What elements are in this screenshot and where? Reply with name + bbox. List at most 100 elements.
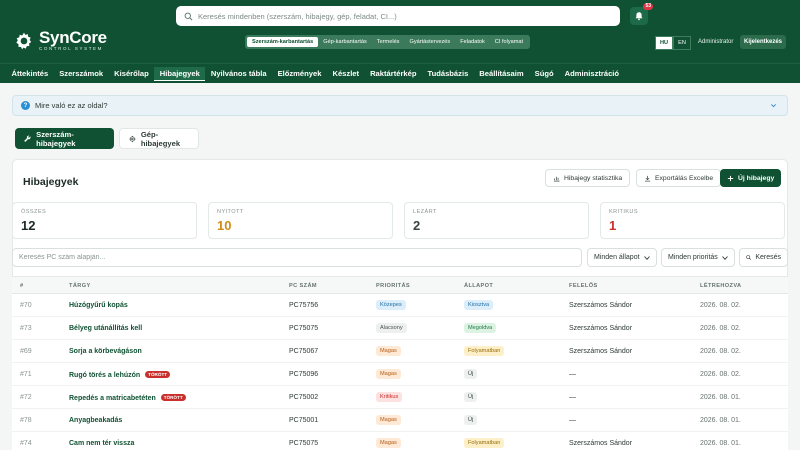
column-header-pc[interactable]: PC SZÁM [289,283,317,289]
search-icon [746,255,751,260]
help-accordion-label: Mire való ez az oldal? [35,101,108,110]
ticket-id: #72 [20,394,32,401]
priority-badge: Magas [376,369,401,379]
stat-label: ÖSSZES [21,209,47,215]
search-button[interactable]: Keresés [739,248,788,267]
ticket-responsible: — [569,417,576,424]
table-row[interactable]: #71 Rugó törés a lehúzón TÖRÖTT PC75096 Maga… [12,363,788,386]
ticket-subject: Rugó törés a lehúzón [69,372,141,379]
ticket-id: #73 [20,325,32,332]
module-tab-production[interactable]: Termelés [372,37,405,47]
column-header-created[interactable]: LÉTREHOZVA [700,283,742,289]
ticket-responsible: Szerszámos Sándor [569,302,633,309]
stat-value: 1 [609,218,617,233]
table-row[interactable]: #78 Anyagbeakadás PC75001 Magas Új — 2026. 08.… [12,409,788,432]
module-tab-tasks[interactable]: Feladatok [455,37,490,47]
ticket-id: #78 [20,417,32,424]
global-search[interactable] [176,6,620,26]
ticket-subject-link[interactable]: Anyagbeakadás [69,417,122,424]
priority-badge: Közepes [376,300,406,310]
ticket-subject-link[interactable]: Rugó törés a lehúzón TÖRÖTT [69,371,171,379]
stat-value: 12 [21,218,36,233]
ticket-subject: Bélyeg utánállítás kell [69,325,143,332]
nav-item-help[interactable]: Súgó [529,67,559,80]
ticket-subject-link[interactable]: Bélyeg utánállítás kell [69,325,142,332]
module-nav: Szerszám-karbantartás Gép-karbantartás T… [245,35,531,49]
bell-icon [635,12,643,21]
ticket-stats-button[interactable]: Hibajegy statisztika [545,169,631,187]
table-row[interactable]: #70 Húzógyűrű kopás PC75756 Közepes Kiosztva… [12,294,788,317]
ticket-created-date: 2026. 08. 01. [700,394,741,401]
ticket-subject: Sorja a körbevágáson [69,348,142,355]
logout-button[interactable]: Kijelentkezés [740,35,787,49]
status-filter-select[interactable]: Minden állapot [587,248,657,267]
status-badge: Kiosztva [464,300,494,310]
tickets-table: # TÁRGY PC SZÁM PRIORITÁS ÁLLAPOT FELELŐ… [12,276,788,450]
language-en-button[interactable]: EN [673,36,691,50]
ticket-pc-number: PC75001 [289,417,319,424]
nav-item-history[interactable]: Előzmények [272,67,327,80]
ticket-responsible: Szerszámos Sándor [569,325,633,332]
status-badge: Folyamatban [464,438,505,448]
nav-item-tickets[interactable]: Hibajegyek [154,66,206,81]
ticket-subject: Repedés a matricabetéten [69,395,156,402]
nav-item-inventory[interactable]: Készlet [327,67,365,80]
priority-badge: Kritikus [376,392,403,402]
ticket-subject-link[interactable]: Cam nem tér vissza [69,440,134,447]
global-search-input[interactable] [198,11,598,21]
priority-badge: Magas [376,438,401,448]
module-tab-ci-process[interactable]: CI folyamat [490,37,528,47]
pc-search-input[interactable] [19,254,575,261]
ticket-subject-link[interactable]: Repedés a matricabetéten TÖRÖTT [69,394,186,402]
notification-count-badge: 53 [643,3,653,10]
nav-item-public-board[interactable]: Nyilvános tábla [205,67,272,80]
search-button-label: Keresés [755,254,781,261]
question-icon: ? [21,101,30,110]
column-header-priority[interactable]: PRIORITÁS [376,283,410,289]
ticket-subject-link[interactable]: Húzógyűrű kopás [69,302,128,309]
priority-filter-value: Minden prioritás [668,254,718,261]
caret-down-icon [722,255,728,260]
nav-item-administration[interactable]: Adminisztráció [559,67,624,80]
nav-item-accompanying-sheet[interactable]: Kisérőlap [109,67,155,80]
new-ticket-button[interactable]: Új hibajegy [720,169,782,187]
tab-machine-tickets[interactable]: Gép-hibajegyek [119,128,199,149]
column-header-subject[interactable]: TÁRGY [69,283,91,289]
nav-item-tools[interactable]: Szerszámok [54,67,109,80]
column-header-status[interactable]: ÁLLAPOT [464,283,493,289]
priority-filter-select[interactable]: Minden prioritás [661,248,735,267]
nav-item-my-settings[interactable]: Beállításaim [474,67,529,80]
nav-item-warehouse-map[interactable]: Raktártérkép [365,67,422,80]
stat-label: NYITOTT [217,209,244,215]
module-tab-machine-maintenance[interactable]: Gép-karbantartás [318,37,372,47]
ticket-subject-link[interactable]: Sorja a körbevágáson [69,348,142,355]
help-accordion[interactable]: ? Mire való ez az oldal? [12,95,788,116]
ticket-created-date: 2026. 08. 01. [700,440,741,447]
table-row[interactable]: #72 Repedés a matricabetéten TÖRÖTT PC75002… [12,386,788,409]
table-row[interactable]: #73 Bélyeg utánállítás kell PC75075 Alacson… [12,317,788,340]
language-hu-button[interactable]: HU [655,36,674,50]
top-header: SynCore CONTROL SYSTEM 53 Szerszám-karba… [0,0,800,63]
export-excel-button[interactable]: Exportálás Excelbe [636,169,722,187]
column-header-responsible[interactable]: FELELŐS [569,283,598,289]
table-row[interactable]: #69 Sorja a körbevágáson PC75067 Magas Folya… [12,340,788,363]
status-filter-value: Minden állapot [594,254,640,261]
stat-card-total: ÖSSZES 12 [12,202,197,239]
ticket-pc-number: PC75075 [289,325,319,332]
nav-item-overview[interactable]: Áttekintés [6,67,54,80]
column-header-id[interactable]: # [20,283,24,289]
tab-tool-tickets[interactable]: Szerszám-hibajegyek [15,128,114,149]
table-row[interactable]: #74 Cam nem tér vissza PC75075 Magas Folyama… [12,432,788,450]
module-tab-production-planning[interactable]: Gyártástervezés [404,37,455,47]
logo[interactable]: SynCore CONTROL SYSTEM [14,29,107,52]
module-tab-tool-maintenance[interactable]: Szerszám-karbantartás [247,37,319,47]
ticket-responsible: — [569,394,576,401]
nav-item-knowledge-base[interactable]: Tudásbázis [422,67,474,80]
pc-search-field[interactable] [12,248,582,267]
ticket-pc-number: PC75756 [289,302,319,309]
ticket-pc-number: PC75067 [289,348,319,355]
page-title: Hibajegyek [23,176,79,188]
notifications-button[interactable]: 53 [630,3,653,25]
ticket-subject: Cam nem tér vissza [69,440,135,447]
ticket-subject: Húzógyűrű kopás [69,302,128,309]
